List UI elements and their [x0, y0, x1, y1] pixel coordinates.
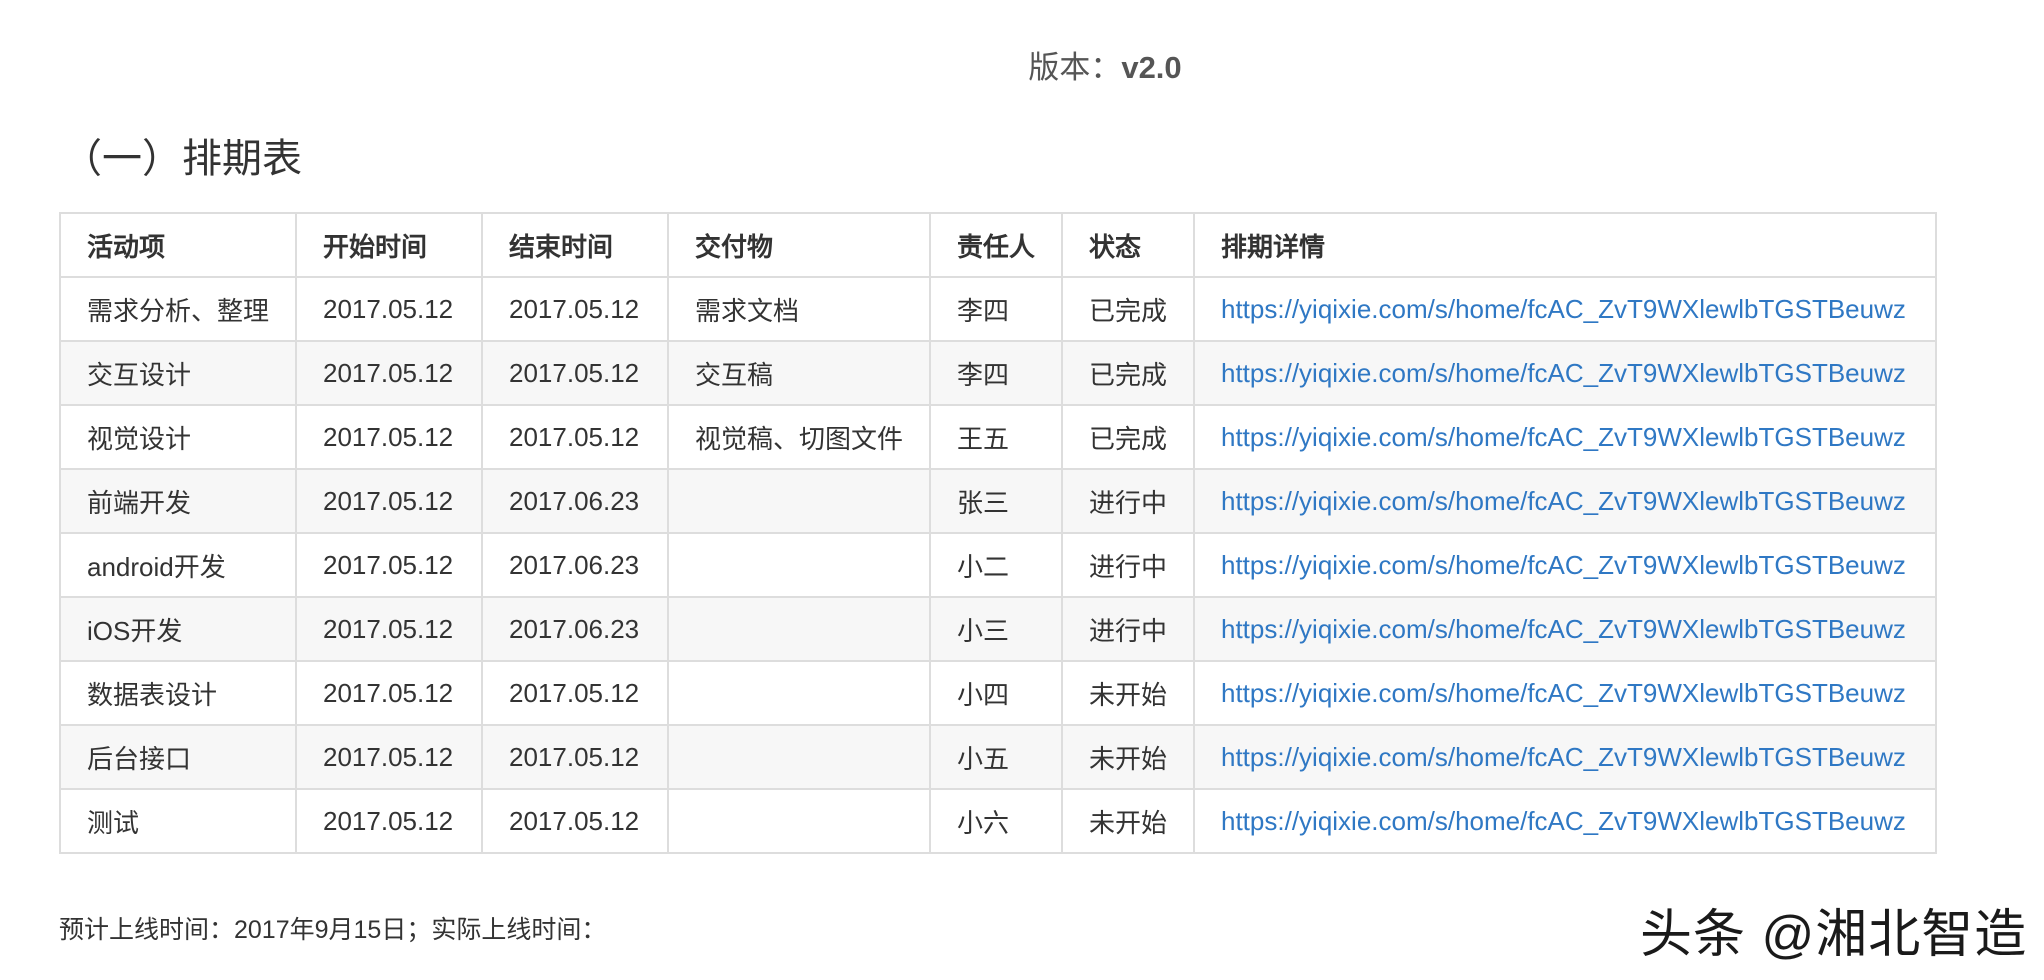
cell-owner: 李四	[929, 340, 1063, 406]
cell-activity: 需求分析、整理	[59, 276, 297, 342]
table-row: 后台接口 2017.05.12 2017.05.12 小五 未开始 https:…	[59, 724, 1937, 790]
cell-deliverable	[667, 788, 931, 854]
cell-details: https://yiqixie.com/s/home/fcAC_ZvT9WXle…	[1193, 532, 1937, 598]
details-link[interactable]: https://yiqixie.com/s/home/fcAC_ZvT9WXle…	[1221, 486, 1906, 516]
cell-owner: 小五	[929, 724, 1063, 790]
table-header-row: 活动项 开始时间 结束时间 交付物 责任人 状态 排期详情	[59, 212, 1937, 278]
cell-activity: 交互设计	[59, 340, 297, 406]
cell-deliverable: 交互稿	[667, 340, 931, 406]
cell-start: 2017.05.12	[295, 596, 483, 662]
cell-start: 2017.05.12	[295, 468, 483, 534]
table-row: iOS开发 2017.05.12 2017.06.23 小三 进行中 https…	[59, 596, 1937, 662]
column-header-status: 状态	[1061, 212, 1195, 278]
cell-activity: 测试	[59, 788, 297, 854]
column-header-start: 开始时间	[295, 212, 483, 278]
details-link[interactable]: https://yiqixie.com/s/home/fcAC_ZvT9WXle…	[1221, 614, 1906, 644]
column-header-details: 排期详情	[1193, 212, 1937, 278]
cell-details: https://yiqixie.com/s/home/fcAC_ZvT9WXle…	[1193, 276, 1937, 342]
schedule-table: 活动项 开始时间 结束时间 交付物 责任人 状态 排期详情 需求分析、整理 20…	[59, 212, 1937, 854]
details-link[interactable]: https://yiqixie.com/s/home/fcAC_ZvT9WXle…	[1221, 422, 1906, 452]
cell-owner: 小四	[929, 660, 1063, 726]
cell-end: 2017.06.23	[481, 468, 669, 534]
cell-details: https://yiqixie.com/s/home/fcAC_ZvT9WXle…	[1193, 340, 1937, 406]
watermark: 头条 @湘北智造	[1640, 906, 2028, 964]
column-header-activity: 活动项	[59, 212, 297, 278]
cell-owner: 小二	[929, 532, 1063, 598]
cell-deliverable	[667, 596, 931, 662]
cell-activity: 前端开发	[59, 468, 297, 534]
cell-deliverable	[667, 468, 931, 534]
cell-status: 已完成	[1061, 404, 1195, 470]
cell-owner: 王五	[929, 404, 1063, 470]
cell-details: https://yiqixie.com/s/home/fcAC_ZvT9WXle…	[1193, 724, 1937, 790]
cell-activity: 后台接口	[59, 724, 297, 790]
cell-owner: 张三	[929, 468, 1063, 534]
table-row: 交互设计 2017.05.12 2017.05.12 交互稿 李四 已完成 ht…	[59, 340, 1937, 406]
cell-status: 进行中	[1061, 596, 1195, 662]
cell-start: 2017.05.12	[295, 276, 483, 342]
cell-owner: 李四	[929, 276, 1063, 342]
details-link[interactable]: https://yiqixie.com/s/home/fcAC_ZvT9WXle…	[1221, 742, 1906, 772]
cell-status: 未开始	[1061, 660, 1195, 726]
cell-end: 2017.05.12	[481, 276, 669, 342]
details-link[interactable]: https://yiqixie.com/s/home/fcAC_ZvT9WXle…	[1221, 550, 1906, 580]
cell-start: 2017.05.12	[295, 532, 483, 598]
cell-status: 已完成	[1061, 276, 1195, 342]
cell-status: 已完成	[1061, 340, 1195, 406]
cell-status: 未开始	[1061, 788, 1195, 854]
cell-activity: 数据表设计	[59, 660, 297, 726]
version-line: 版本：v2.0	[0, 42, 2044, 87]
version-label: 版本：	[1028, 50, 1122, 85]
cell-end: 2017.05.12	[481, 340, 669, 406]
cell-status: 未开始	[1061, 724, 1195, 790]
table-row: 前端开发 2017.05.12 2017.06.23 张三 进行中 https:…	[59, 468, 1937, 534]
cell-activity: iOS开发	[59, 596, 297, 662]
cell-start: 2017.05.12	[295, 788, 483, 854]
cell-deliverable	[667, 660, 931, 726]
cell-owner: 小六	[929, 788, 1063, 854]
cell-activity: 视觉设计	[59, 404, 297, 470]
section-title: （一）排期表	[62, 137, 302, 181]
cell-start: 2017.05.12	[295, 404, 483, 470]
cell-end: 2017.05.12	[481, 788, 669, 854]
version-value: v2.0	[1121, 50, 1182, 85]
cell-owner: 小三	[929, 596, 1063, 662]
table-row: android开发 2017.05.12 2017.06.23 小二 进行中 h…	[59, 532, 1937, 598]
cell-deliverable	[667, 532, 931, 598]
launch-time-note: 预计上线时间：2017年9月15日；实际上线时间：	[59, 916, 607, 944]
cell-details: https://yiqixie.com/s/home/fcAC_ZvT9WXle…	[1193, 596, 1937, 662]
table-row: 需求分析、整理 2017.05.12 2017.05.12 需求文档 李四 已完…	[59, 276, 1937, 342]
cell-end: 2017.05.12	[481, 660, 669, 726]
cell-start: 2017.05.12	[295, 724, 483, 790]
cell-end: 2017.06.23	[481, 596, 669, 662]
cell-start: 2017.05.12	[295, 660, 483, 726]
cell-end: 2017.05.12	[481, 724, 669, 790]
cell-details: https://yiqixie.com/s/home/fcAC_ZvT9WXle…	[1193, 468, 1937, 534]
details-link[interactable]: https://yiqixie.com/s/home/fcAC_ZvT9WXle…	[1221, 806, 1906, 836]
cell-activity: android开发	[59, 532, 297, 598]
details-link[interactable]: https://yiqixie.com/s/home/fcAC_ZvT9WXle…	[1221, 294, 1906, 324]
details-link[interactable]: https://yiqixie.com/s/home/fcAC_ZvT9WXle…	[1221, 678, 1906, 708]
cell-details: https://yiqixie.com/s/home/fcAC_ZvT9WXle…	[1193, 404, 1937, 470]
cell-status: 进行中	[1061, 468, 1195, 534]
details-link[interactable]: https://yiqixie.com/s/home/fcAC_ZvT9WXle…	[1221, 358, 1906, 388]
cell-start: 2017.05.12	[295, 340, 483, 406]
cell-end: 2017.05.12	[481, 404, 669, 470]
cell-details: https://yiqixie.com/s/home/fcAC_ZvT9WXle…	[1193, 788, 1937, 854]
table-row: 测试 2017.05.12 2017.05.12 小六 未开始 https://…	[59, 788, 1937, 854]
cell-end: 2017.06.23	[481, 532, 669, 598]
cell-deliverable: 需求文档	[667, 276, 931, 342]
column-header-end: 结束时间	[481, 212, 669, 278]
cell-status: 进行中	[1061, 532, 1195, 598]
cell-deliverable	[667, 724, 931, 790]
table-row: 视觉设计 2017.05.12 2017.05.12 视觉稿、切图文件 王五 已…	[59, 404, 1937, 470]
table-row: 数据表设计 2017.05.12 2017.05.12 小四 未开始 https…	[59, 660, 1937, 726]
column-header-owner: 责任人	[929, 212, 1063, 278]
cell-details: https://yiqixie.com/s/home/fcAC_ZvT9WXle…	[1193, 660, 1937, 726]
column-header-deliverable: 交付物	[667, 212, 931, 278]
cell-deliverable: 视觉稿、切图文件	[667, 404, 931, 470]
